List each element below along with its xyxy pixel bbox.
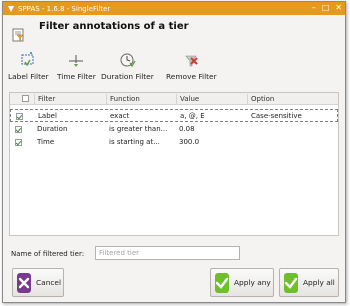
table-row[interactable]: Label exact a, @, E Case-sensitive — [10, 109, 338, 122]
remove-filter-label: Remove Filter — [166, 72, 217, 81]
column-header-option[interactable]: Option — [251, 95, 274, 103]
row-value: 300.0 — [179, 138, 200, 146]
duration-filter-tool[interactable]: Duration Filter — [101, 52, 154, 86]
row-checkbox[interactable] — [15, 139, 22, 146]
label-filter-icon — [19, 52, 37, 68]
cancel-icon — [17, 272, 31, 293]
time-filter-label: Time Filter — [57, 72, 96, 81]
duration-filter-label: Duration Filter — [101, 72, 154, 81]
label-filter-tool[interactable]: Label Filter — [8, 52, 49, 86]
column-header-filter[interactable]: Filter — [38, 95, 55, 103]
apply-all-label: Apply all — [303, 278, 335, 287]
checkmark-icon — [215, 272, 229, 293]
single-filter-window: SPPAS - 1.6.8 - SingleFilter – □ ✕ Filte… — [2, 1, 346, 303]
row-filter: Time — [37, 138, 55, 146]
column-header-value[interactable]: Value — [180, 95, 199, 103]
row-value: 0.08 — [179, 125, 195, 133]
table-row[interactable]: Duration is greater than... 0.08 — [10, 123, 338, 136]
filter-document-icon — [10, 27, 26, 43]
table-header: Filter Function Value Option — [10, 93, 338, 105]
filtered-tier-input[interactable] — [95, 246, 240, 260]
close-button[interactable]: ✕ — [335, 3, 342, 12]
row-filter: Duration — [37, 125, 68, 133]
time-filter-icon — [67, 52, 85, 68]
cancel-label: Cancel — [36, 278, 62, 287]
title-bar[interactable]: SPPAS - 1.6.8 - SingleFilter – □ ✕ — [3, 2, 345, 15]
checkmark-icon — [284, 272, 298, 293]
row-function: exact — [110, 112, 130, 120]
dialog-header: Filter annotations of a tier — [3, 15, 345, 51]
filter-toolbar: Label Filter Time Filter Duration Filter… — [3, 52, 345, 86]
label-filter-label: Label Filter — [8, 72, 49, 81]
maximize-button[interactable]: □ — [322, 3, 330, 12]
row-function: is starting at... — [109, 138, 160, 146]
row-function: is greater than... — [109, 125, 168, 133]
window-title: SPPAS - 1.6.8 - SingleFilter — [18, 4, 111, 13]
apply-any-button[interactable]: Apply any — [210, 268, 274, 297]
filtered-tier-label: Name of filtered tier: — [11, 250, 85, 258]
row-value: a, @, E — [180, 112, 205, 120]
select-all-checkbox[interactable] — [22, 95, 29, 102]
row-filter: Label — [38, 112, 57, 120]
sppas-logo-icon — [6, 4, 15, 13]
table-row[interactable]: Time is starting at... 300.0 — [10, 136, 338, 149]
cancel-button[interactable]: Cancel — [12, 268, 64, 297]
remove-filter-icon — [182, 52, 200, 68]
column-header-function[interactable]: Function — [110, 95, 140, 103]
remove-filter-tool[interactable]: Remove Filter — [166, 52, 217, 86]
apply-all-button[interactable]: Apply all — [279, 268, 339, 297]
duration-filter-icon — [118, 52, 136, 68]
filters-table[interactable]: Filter Function Value Option Label exact… — [9, 92, 339, 236]
minimize-button[interactable]: – — [312, 3, 316, 12]
page-title: Filter annotations of a tier — [39, 21, 189, 32]
apply-any-label: Apply any — [234, 278, 271, 287]
row-checkbox[interactable] — [16, 113, 23, 120]
row-option: Case-sensitive — [251, 112, 302, 120]
row-checkbox[interactable] — [15, 126, 22, 133]
time-filter-tool[interactable]: Time Filter — [57, 52, 96, 86]
